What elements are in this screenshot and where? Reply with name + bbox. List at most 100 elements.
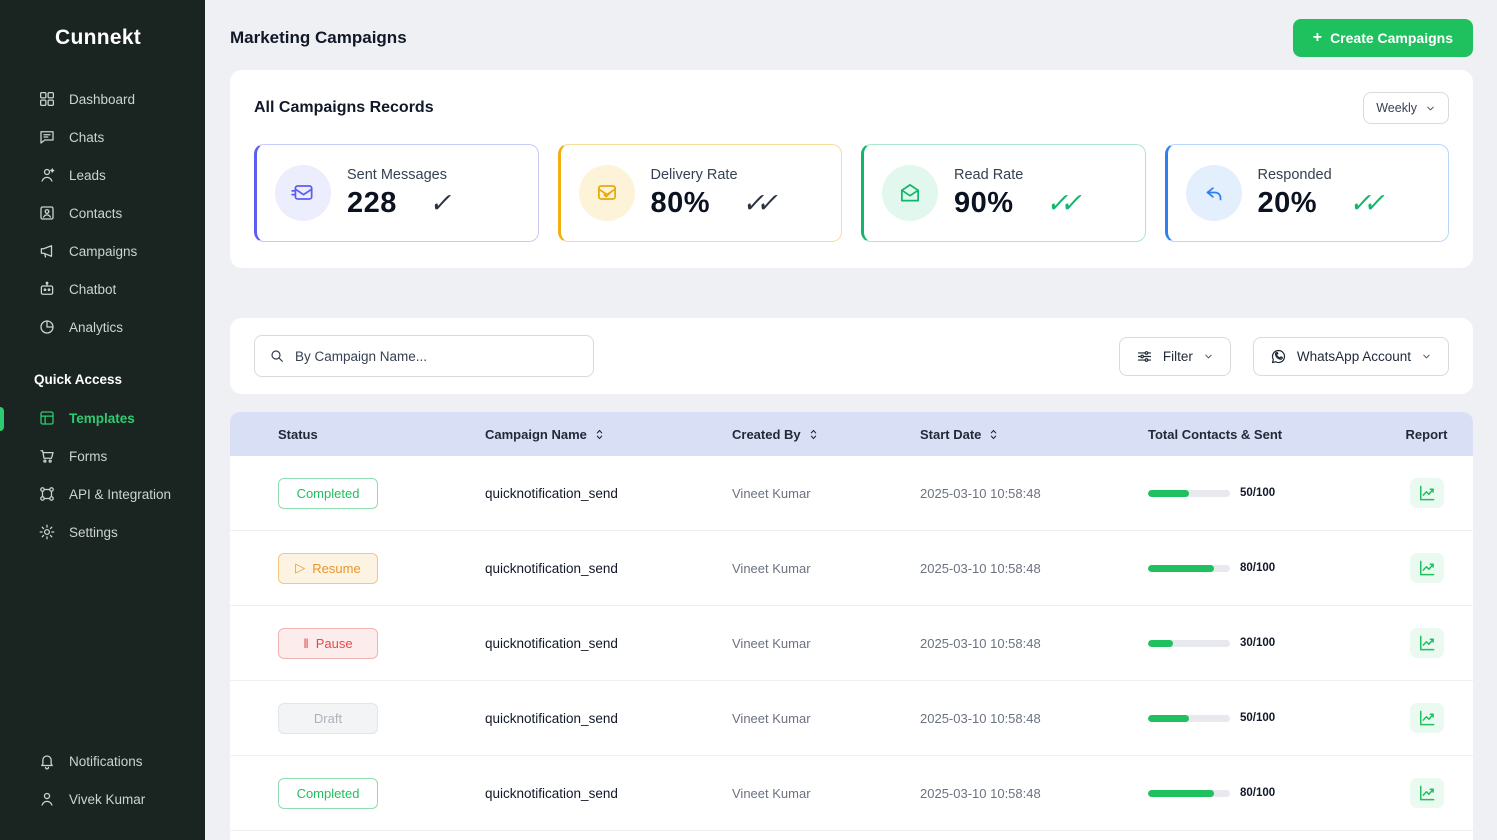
created-by-cell: Vineet Kumar: [732, 561, 920, 576]
stat-card-sent-messages: Sent Messages 228: [254, 144, 539, 242]
filter-sliders-icon: [1136, 348, 1153, 365]
table-row: ‖Pause quicknotification_send Vineet Kum…: [230, 606, 1473, 681]
table-row: Draft quicknotification_send Vineet Kuma…: [230, 681, 1473, 756]
contacts-card-icon: [38, 204, 56, 222]
contacts-sent-cell: 80/100: [1148, 787, 1380, 799]
whatsapp-account-label: WhatsApp Account: [1297, 349, 1411, 364]
sidebar-item-api-integration[interactable]: API & Integration: [0, 475, 205, 513]
progress-fill: [1148, 715, 1189, 722]
progress-label: 30/100: [1240, 637, 1275, 649]
filter-button[interactable]: Filter: [1119, 337, 1231, 376]
report-button[interactable]: [1410, 478, 1444, 508]
progress-bar: [1148, 490, 1230, 497]
report-button[interactable]: [1410, 703, 1444, 733]
start-date-cell: 2025-03-10 10:58:48: [920, 711, 1148, 726]
stat-label: Read Rate: [954, 167, 1084, 183]
progress-label: 50/100: [1240, 487, 1275, 499]
sidebar-item-label: Dashboard: [69, 92, 135, 107]
campaign-search-input[interactable]: [295, 349, 579, 364]
progress-label: 50/100: [1240, 712, 1275, 724]
campaign-name-cell: quicknotification_send: [485, 786, 732, 801]
sidebar-item-notifications[interactable]: Notifications: [0, 742, 205, 780]
campaign-name-cell: quicknotification_send: [485, 561, 732, 576]
column-header-start-date[interactable]: Start Date: [920, 427, 1148, 442]
progress-bar: [1148, 640, 1230, 647]
main-content: Marketing Campaigns + Create Campaigns A…: [205, 0, 1497, 840]
sidebar-item-label: Notifications: [69, 754, 143, 769]
report-button[interactable]: [1410, 553, 1444, 583]
search-icon: [269, 348, 285, 364]
sidebar-item-chats[interactable]: Chats: [0, 118, 205, 156]
status-badge[interactable]: Completed: [278, 778, 378, 809]
sidebar-item-campaigns[interactable]: Campaigns: [0, 232, 205, 270]
records-card-title: All Campaigns Records: [254, 99, 434, 117]
status-badge[interactable]: ▷Resume: [278, 553, 378, 584]
sidebar-item-label: Campaigns: [69, 244, 137, 259]
whatsapp-account-button[interactable]: WhatsApp Account: [1253, 337, 1449, 376]
column-header-campaign-name[interactable]: Campaign Name: [485, 427, 732, 442]
chat-bubble-icon: [38, 128, 56, 146]
status-badge[interactable]: ‖Pause: [278, 628, 378, 659]
sidebar-item-analytics[interactable]: Analytics: [0, 308, 205, 346]
sent-envelope-icon: [275, 165, 331, 221]
start-date-cell: 2025-03-10 10:58:48: [920, 561, 1148, 576]
sidebar-item-label: Analytics: [69, 320, 123, 335]
report-button[interactable]: [1410, 628, 1444, 658]
sort-icon[interactable]: [593, 428, 606, 441]
page-title: Marketing Campaigns: [230, 28, 407, 48]
stat-card-responded: Responded 20%: [1165, 144, 1450, 242]
table-row: Completed quicknotification_send Vineet …: [230, 456, 1473, 531]
created-by-cell: Vineet Kumar: [732, 486, 920, 501]
sort-icon[interactable]: [807, 428, 820, 441]
templates-icon: [38, 409, 56, 427]
sidebar-item-user-profile[interactable]: Vivek Kumar: [0, 780, 205, 818]
created-by-cell: Vineet Kumar: [732, 711, 920, 726]
sidebar-item-label: Leads: [69, 168, 106, 183]
contacts-sent-cell: 50/100: [1148, 487, 1380, 499]
chevron-down-icon: [1425, 103, 1436, 114]
progress-bar: [1148, 790, 1230, 797]
chart-report-icon: [1417, 633, 1437, 653]
stat-value: 20%: [1258, 187, 1318, 220]
chart-report-icon: [1417, 483, 1437, 503]
chevron-down-icon: [1203, 351, 1214, 362]
sidebar-item-label: Vivek Kumar: [69, 792, 145, 807]
sidebar-item-label: Chats: [69, 130, 104, 145]
active-indicator: [0, 407, 4, 431]
start-date-cell: 2025-03-10 10:58:48: [920, 486, 1148, 501]
status-badge[interactable]: Completed: [278, 478, 378, 509]
stat-value: 228: [347, 187, 397, 220]
start-date-cell: 2025-03-10 10:58:48: [920, 636, 1148, 651]
sidebar-item-leads[interactable]: Leads: [0, 156, 205, 194]
stat-card-delivery-rate: Delivery Rate 80%: [558, 144, 843, 242]
sort-icon[interactable]: [987, 428, 1000, 441]
sidebar-item-contacts[interactable]: Contacts: [0, 194, 205, 232]
app-logo: Cunnekt: [0, 26, 205, 80]
sidebar-item-label: API & Integration: [69, 487, 171, 502]
chart-report-icon: [1417, 708, 1437, 728]
leads-person-icon: [38, 166, 56, 184]
sidebar-item-forms[interactable]: Forms: [0, 437, 205, 475]
create-campaigns-button[interactable]: + Create Campaigns: [1293, 19, 1473, 57]
progress-bar: [1148, 715, 1230, 722]
campaign-name-cell: quicknotification_send: [485, 636, 732, 651]
table-row: Completed quicknotification_send Vineet …: [230, 756, 1473, 831]
all-campaigns-records-card: All Campaigns Records Weekly Sent Messag…: [230, 70, 1473, 268]
campaign-search-box[interactable]: [254, 335, 594, 377]
column-header-created-by[interactable]: Created By: [732, 427, 920, 442]
sidebar-item-dashboard[interactable]: Dashboard: [0, 80, 205, 118]
sidebar-item-settings[interactable]: Settings: [0, 513, 205, 551]
sidebar-item-label: Templates: [69, 411, 135, 426]
report-button[interactable]: [1410, 778, 1444, 808]
quick-access-heading: Quick Access: [0, 346, 205, 399]
single-check-icon: [428, 190, 456, 217]
stat-card-read-rate: Read Rate 90%: [861, 144, 1146, 242]
sidebar-item-templates[interactable]: Templates: [0, 399, 205, 437]
dashboard-grid-icon: [38, 90, 56, 108]
period-select[interactable]: Weekly: [1363, 92, 1449, 124]
stats-row: Sent Messages 228 Delivery Rate: [254, 144, 1449, 242]
stat-value: 90%: [954, 187, 1014, 220]
sidebar-item-chatbot[interactable]: Chatbot: [0, 270, 205, 308]
bell-icon: [38, 752, 56, 770]
api-command-icon: [38, 485, 56, 503]
